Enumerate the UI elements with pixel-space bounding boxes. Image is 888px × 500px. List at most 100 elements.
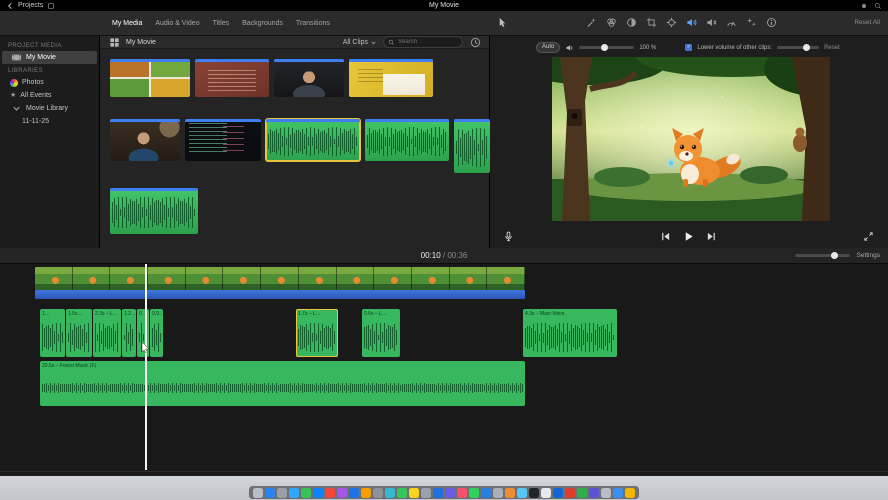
- recent-clock-icon[interactable]: [469, 36, 481, 48]
- media-thumbnail-audio[interactable]: [266, 119, 360, 161]
- chevron-left-icon[interactable]: [6, 2, 14, 10]
- dock-app-icon[interactable]: [421, 488, 431, 498]
- tab-titles[interactable]: Titles: [213, 20, 229, 27]
- play-button[interactable]: [682, 230, 694, 242]
- search-input[interactable]: [398, 39, 458, 45]
- pointer-icon[interactable]: [496, 16, 508, 28]
- media-thumbnail-audio[interactable]: [454, 119, 490, 173]
- lower-volume-checkbox[interactable]: ✓: [685, 44, 692, 51]
- dock-app-icon[interactable]: [397, 488, 407, 498]
- dock-app-icon[interactable]: [373, 488, 383, 498]
- dock-app-icon[interactable]: [325, 488, 335, 498]
- tab-audio-video[interactable]: Audio & Video: [155, 20, 199, 27]
- fullscreen-icon[interactable]: [862, 230, 874, 242]
- sidebar-item-11-11-25[interactable]: 11-11-25: [2, 115, 97, 128]
- preview-video[interactable]: [552, 57, 830, 221]
- dock-app-icon[interactable]: [517, 488, 527, 498]
- menubar-status-icon[interactable]: [860, 2, 868, 10]
- auto-button[interactable]: Auto: [536, 42, 560, 53]
- clip-size-slider[interactable]: [795, 254, 850, 257]
- info-icon[interactable]: [765, 16, 777, 28]
- search-field[interactable]: [383, 36, 463, 48]
- menubar-search-icon[interactable]: [874, 2, 882, 10]
- dock-app-icon[interactable]: [493, 488, 503, 498]
- volume-slider[interactable]: [579, 46, 634, 49]
- reset-button[interactable]: Reset: [824, 45, 840, 51]
- sidebar-item-all-events[interactable]: ★All Events: [2, 89, 97, 102]
- previous-button[interactable]: [659, 230, 671, 242]
- ducking-slider[interactable]: [777, 46, 819, 49]
- dock-app-icon[interactable]: [469, 488, 479, 498]
- dock-app-icon[interactable]: [253, 488, 263, 498]
- media-thumbnail-slide-yellow[interactable]: [349, 59, 433, 97]
- dock-app-icon[interactable]: [313, 488, 323, 498]
- dock-app-icon[interactable]: [301, 488, 311, 498]
- media-thumbnail-slide-red[interactable]: [195, 59, 269, 97]
- dock-app-icon[interactable]: [349, 488, 359, 498]
- color-balance-icon[interactable]: [605, 16, 617, 28]
- dock-app-icon[interactable]: [337, 488, 347, 498]
- reset-all-button[interactable]: Reset All: [854, 19, 880, 26]
- dock-app-icon[interactable]: [613, 488, 623, 498]
- media-thumbnail-audio[interactable]: [110, 188, 198, 234]
- voice-clip[interactable]: 0.6s – L…: [362, 309, 400, 357]
- dock-app-icon[interactable]: [481, 488, 491, 498]
- tab-transitions[interactable]: Transitions: [296, 20, 330, 27]
- voice-clip[interactable]: 2.3s – L…: [93, 309, 121, 357]
- tab-backgrounds[interactable]: Backgrounds: [242, 20, 283, 27]
- dock-app-icon[interactable]: [565, 488, 575, 498]
- sidebar-item-my-movie[interactable]: My Movie: [2, 51, 97, 64]
- video-clip-audio-strip[interactable]: [35, 290, 525, 299]
- dock-app-icon[interactable]: [277, 488, 287, 498]
- dock-app-icon[interactable]: [625, 488, 635, 498]
- media-thumbnail-audio[interactable]: [365, 119, 449, 161]
- media-thumbnail-code-editor[interactable]: [185, 119, 261, 161]
- next-button[interactable]: [705, 230, 717, 242]
- tab-my-media[interactable]: My Media: [112, 20, 142, 27]
- dock-app-icon[interactable]: [265, 488, 275, 498]
- crop-icon[interactable]: [645, 16, 657, 28]
- dock-app-icon[interactable]: [385, 488, 395, 498]
- grid-view-icon[interactable]: [108, 36, 120, 48]
- media-thumbnail-person-room[interactable]: [110, 119, 180, 161]
- playhead[interactable]: [145, 264, 147, 470]
- voice-clip[interactable]: 0.9…: [150, 309, 163, 357]
- dock-app-icon[interactable]: [505, 488, 515, 498]
- voice-clip-selected[interactable]: 1.7s – L…: [296, 309, 338, 357]
- media-thumbnail-fox-grid[interactable]: [110, 59, 190, 97]
- video-clip-filmstrip[interactable]: [35, 267, 525, 290]
- timeline-tracks: 1…1.5s…2.3s – L…1.2…0…0.9…1.7s – L…0.6s …: [0, 264, 888, 475]
- noise-reduction-icon[interactable]: [705, 16, 717, 28]
- voice-clip[interactable]: 1.5s…: [66, 309, 92, 357]
- dock-app-icon[interactable]: [589, 488, 599, 498]
- voice-clip[interactable]: 1…: [40, 309, 65, 357]
- voiceover-mic-icon[interactable]: [502, 230, 514, 242]
- speed-icon[interactable]: [725, 16, 737, 28]
- wand-icon[interactable]: [585, 16, 597, 28]
- dock-app-icon[interactable]: [577, 488, 587, 498]
- sidebar-item-photos[interactable]: Photos: [2, 76, 97, 89]
- music-clip[interactable]: 29.5s – Forest Music (F): [40, 361, 525, 406]
- dock-app-icon[interactable]: [541, 488, 551, 498]
- dock-app-icon[interactable]: [433, 488, 443, 498]
- dock-app-icon[interactable]: [457, 488, 467, 498]
- clips-filter-dropdown[interactable]: All Clips: [343, 39, 377, 46]
- dock-app-icon[interactable]: [601, 488, 611, 498]
- volume-icon[interactable]: [685, 16, 697, 28]
- stabilization-icon[interactable]: [665, 16, 677, 28]
- dock-app-icon[interactable]: [289, 488, 299, 498]
- voice-clip[interactable]: 1.2…: [122, 309, 136, 357]
- media-thumbnail-person-dark[interactable]: [274, 59, 344, 97]
- dock-app-icon[interactable]: [553, 488, 563, 498]
- search-icon: [388, 39, 395, 46]
- back-to-projects-button[interactable]: Projects: [18, 2, 43, 9]
- effects-icon[interactable]: [745, 16, 757, 28]
- dock-app-icon[interactable]: [529, 488, 539, 498]
- sidebar-item-movie-library[interactable]: Movie Library: [2, 102, 97, 115]
- dock-app-icon[interactable]: [361, 488, 371, 498]
- color-correction-icon[interactable]: [625, 16, 637, 28]
- dock-app-icon[interactable]: [445, 488, 455, 498]
- voice-clip[interactable]: 4.3s – Main Voice: [523, 309, 617, 357]
- dock-app-icon[interactable]: [409, 488, 419, 498]
- settings-button[interactable]: Settings: [857, 252, 881, 259]
